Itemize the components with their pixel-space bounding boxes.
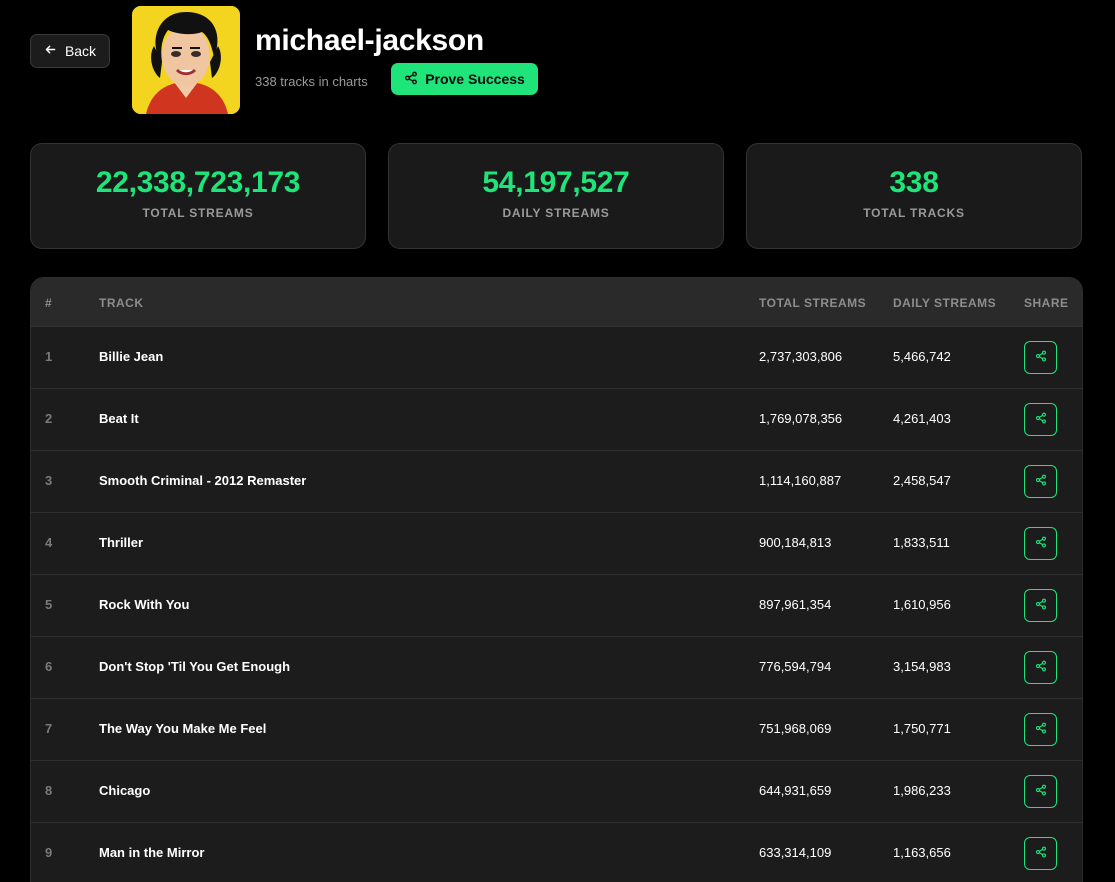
prove-success-label: Prove Success (425, 71, 525, 87)
share-icon (1035, 473, 1047, 491)
track-total-streams: 1,769,078,356 (759, 411, 843, 426)
share-button[interactable] (1024, 403, 1057, 436)
prove-success-button[interactable]: Prove Success (391, 63, 538, 95)
stat-label: TOTAL TRACKS (863, 206, 965, 220)
track-daily-streams: 5,466,742 (893, 349, 951, 364)
share-button[interactable] (1024, 713, 1057, 746)
track-rank: 8 (45, 783, 53, 798)
share-button[interactable] (1024, 465, 1057, 498)
stat-card-daily-streams: 54,197,527 DAILY STREAMS (388, 143, 724, 249)
header-share: SHARE (1024, 296, 1069, 310)
share-icon (1035, 349, 1047, 367)
track-rank: 3 (45, 473, 53, 488)
track-daily-streams: 1,833,511 (893, 535, 950, 550)
share-icon (1035, 845, 1047, 863)
header-rank: # (45, 296, 53, 310)
tracks-table: # TRACK TOTAL STREAMS DAILY STREAMS SHAR… (30, 277, 1083, 882)
share-icon (1035, 597, 1047, 615)
stat-card-total-tracks: 338 TOTAL TRACKS (746, 143, 1082, 249)
back-button[interactable]: Back (30, 34, 110, 68)
stat-label: TOTAL STREAMS (142, 206, 254, 220)
track-total-streams: 776,594,794 (759, 659, 832, 674)
track-daily-streams: 1,986,233 (893, 783, 951, 798)
table-row[interactable]: 8 Chicago 644,931,659 1,986,233 (31, 761, 1082, 823)
track-total-streams: 633,314,109 (759, 845, 832, 860)
table-body: 1 Billie Jean 2,737,303,806 5,466,742 2 Beat … (31, 327, 1082, 882)
track-rank: 9 (45, 845, 53, 860)
share-icon (1035, 659, 1047, 677)
track-title[interactable]: Rock With You (99, 597, 189, 612)
track-rank: 7 (45, 721, 53, 736)
track-daily-streams: 1,163,656 (893, 845, 951, 860)
track-title[interactable]: Billie Jean (99, 349, 163, 364)
share-button[interactable] (1024, 837, 1057, 870)
track-daily-streams: 2,458,547 (893, 473, 951, 488)
track-title[interactable]: Don't Stop 'Til You Get Enough (99, 659, 290, 674)
tracks-in-charts: 338 tracks in charts (255, 74, 368, 89)
track-total-streams: 2,737,303,806 (759, 349, 843, 364)
track-rank: 6 (45, 659, 53, 674)
track-total-streams: 644,931,659 (759, 783, 832, 798)
track-title[interactable]: Beat It (99, 411, 139, 426)
table-row[interactable]: 2 Beat It 1,769,078,356 4,261,403 (31, 389, 1082, 451)
table-row[interactable]: 5 Rock With You 897,961,354 1,610,956 (31, 575, 1082, 637)
share-button[interactable] (1024, 527, 1057, 560)
header-daily-streams: DAILY STREAMS (893, 296, 997, 310)
table-row[interactable]: 4 Thriller 900,184,813 1,833,511 (31, 513, 1082, 575)
stat-label: DAILY STREAMS (502, 206, 610, 220)
share-button[interactable] (1024, 341, 1057, 374)
share-icon (1035, 411, 1047, 429)
track-rank: 5 (45, 597, 53, 612)
table-row[interactable]: 7 The Way You Make Me Feel 751,968,069 1,75… (31, 699, 1082, 761)
stat-value: 54,197,527 (482, 166, 630, 199)
track-title[interactable]: Thriller (99, 535, 143, 550)
share-icon (404, 71, 418, 88)
artist-image (132, 6, 240, 114)
share-icon (1035, 783, 1047, 801)
table-row[interactable]: 9 Man in the Mirror 633,314,109 1,163,656 (31, 823, 1082, 882)
track-total-streams: 897,961,354 (759, 597, 832, 612)
track-total-streams: 1,114,160,887 (759, 473, 842, 488)
share-button[interactable] (1024, 775, 1057, 808)
track-daily-streams: 4,261,403 (893, 411, 951, 426)
track-rank: 2 (45, 411, 53, 426)
share-icon (1035, 535, 1047, 553)
track-title[interactable]: The Way You Make Me Feel (99, 721, 266, 736)
track-total-streams: 900,184,813 (759, 535, 832, 550)
track-title[interactable]: Smooth Criminal - 2012 Remaster (99, 473, 306, 488)
track-daily-streams: 1,610,956 (893, 597, 951, 612)
share-button[interactable] (1024, 651, 1057, 684)
table-row[interactable]: 1 Billie Jean 2,737,303,806 5,466,742 (31, 327, 1082, 389)
stat-value: 22,338,723,173 (95, 166, 301, 199)
share-button[interactable] (1024, 589, 1057, 622)
stat-value: 338 (889, 166, 939, 199)
track-rank: 4 (45, 535, 53, 550)
header-total-streams: TOTAL STREAMS (759, 296, 867, 310)
table-header: # TRACK TOTAL STREAMS DAILY STREAMS SHAR… (31, 278, 1082, 327)
track-title[interactable]: Man in the Mirror (99, 845, 204, 860)
track-daily-streams: 1,750,771 (893, 721, 951, 736)
share-icon (1035, 721, 1047, 739)
table-row[interactable]: 6 Don't Stop 'Til You Get Enough 776,594,7… (31, 637, 1082, 699)
back-label: Back (64, 43, 97, 59)
track-rank: 1 (45, 349, 53, 364)
track-title[interactable]: Chicago (99, 783, 150, 798)
header-track: TRACK (99, 296, 144, 310)
track-total-streams: 751,968,069 (759, 721, 832, 736)
table-row[interactable]: 3 Smooth Criminal - 2012 Remaster 1,114,16… (31, 451, 1082, 513)
artist-name: michael-jackson (255, 24, 484, 57)
track-daily-streams: 3,154,983 (893, 659, 951, 674)
stat-card-total-streams: 22,338,723,173 TOTAL STREAMS (30, 143, 366, 249)
arrow-left-icon (44, 43, 57, 59)
